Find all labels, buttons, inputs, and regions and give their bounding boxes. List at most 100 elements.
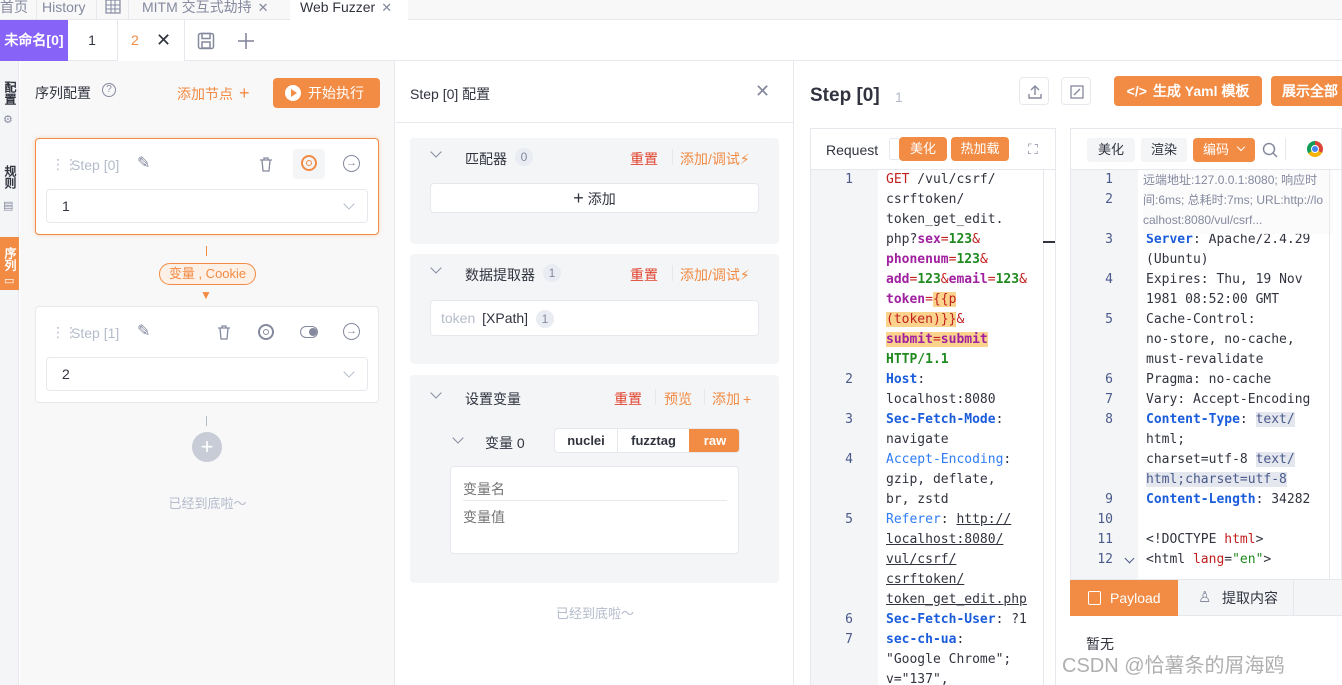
strip-config[interactable]: 配置 [0,75,19,111]
hotload-button[interactable]: 热加载 [951,137,1009,161]
mode-fuzztag[interactable]: fuzztag [618,429,689,452]
request-code[interactable]: 1 GET /vul/csrf/csrftoken/token_get_edit.… [811,170,1055,685]
code-line: phonenum=123& [811,250,1055,270]
fullscreen-icon[interactable]: ⛶ [1028,141,1038,158]
arrow-right-icon[interactable]: → [343,323,360,340]
top-tab-mitm[interactable]: MITM 交互式劫持 ✕ [128,0,288,20]
code-line: vul/csrf/ [811,550,1055,570]
config-title: Step [0] 配置 [410,86,491,102]
close-icon[interactable]: ✕ [258,0,269,15]
fold-chevron-icon[interactable] [1124,553,1135,564]
plus-icon[interactable] [237,32,255,50]
request-toolbar: Request 美化 热加载 ⛶ [811,129,1055,170]
variable-name-input[interactable] [463,477,727,501]
request-beautify-button[interactable]: 美化 [899,137,947,161]
chevron-down-icon[interactable] [430,387,442,399]
lightning-icon: ⚡ [739,267,750,283]
close-icon[interactable]: ✕ [381,0,392,15]
extractor-add-debug-button[interactable]: 添加/调试⚡ [680,265,750,285]
generate-yaml-button[interactable]: </> 生成 Yaml 模板 [1114,76,1262,106]
extractor-item[interactable]: token [XPath] 1 [430,300,759,336]
variables-preview-button[interactable]: 预览 [664,389,692,409]
generate-yaml-label: 生成 Yaml 模板 [1152,83,1250,99]
chevron-down-icon[interactable] [430,146,442,158]
top-tab-grid[interactable] [96,0,126,20]
search-icon[interactable] [1262,142,1278,158]
share-icon [1028,85,1042,99]
settings-button[interactable] [293,149,325,179]
toggle-icon[interactable] [300,326,318,338]
mode-nuclei[interactable]: nuclei [555,429,618,452]
trash-icon[interactable] [258,156,274,172]
share-button[interactable] [1019,77,1049,105]
divider [396,122,794,123]
step-card-0[interactable]: ⋮⋮ Step [0] ✎ → 1 [35,138,379,235]
add-node-button[interactable]: 添加节点 + [177,83,250,104]
code-text: csrftoken/ [886,572,965,587]
sliders-icon: ⚙ [3,114,13,126]
scrollbar-thumb[interactable] [1043,241,1055,243]
code-line: 7 Vary: Accept-Encoding [1071,390,1341,410]
tab-1[interactable]: 1 [68,20,116,61]
code-icon: </> [1126,83,1147,99]
close-icon[interactable]: ✕ [156,20,171,61]
top-tab-history-label: History [42,0,86,15]
response-beautify-button[interactable]: 美化 [1087,138,1135,162]
strip-rules[interactable]: 规则 [0,159,19,195]
matcher-reset-button[interactable]: 重置 [630,149,658,169]
matcher-add-debug-button[interactable]: 添加/调试⚡ [680,149,750,169]
close-icon[interactable]: ✕ [755,81,770,102]
matcher-add-button[interactable]: + 添加 [430,183,759,213]
code-text: (token)}}& [886,312,965,327]
add-step-button[interactable]: + [192,432,222,462]
line-number: 4 [1105,272,1113,287]
code-line: v="137", [811,670,1055,685]
chrome-icon[interactable] [1307,141,1323,157]
code-text: token={{p [886,292,957,307]
side-strip: 配置 ⚙ 规则 ▤ 序列 ▭ [0,61,19,685]
payload-tab[interactable]: Payload [1070,580,1178,616]
encode-dropdown[interactable]: 编码 [1193,138,1255,162]
edit-icon[interactable]: ✎ [137,153,150,173]
code-text: csrftoken/ [886,192,965,207]
step-card-1[interactable]: ⋮⋮ Step [1] ✎ → 2 [35,306,379,403]
mode-raw[interactable]: raw [689,429,739,452]
code-text: Accept-Encoding: [886,452,1012,467]
tab-2[interactable]: 2 ✕ [117,20,185,61]
top-tab-home[interactable]: 首页 [0,0,30,20]
show-all-button[interactable]: 展示全部 [1271,76,1342,106]
step-select-value: 2 [62,366,70,382]
top-tab-home-label: 首页 [0,0,28,15]
edit-button[interactable] [1061,77,1091,105]
render-button[interactable]: 渲染 [1141,138,1187,162]
arrow-right-icon[interactable]: → [343,155,360,172]
chevron-down-icon[interactable] [430,262,442,274]
chevron-down-icon[interactable] [452,432,464,444]
code-line: 2 Host: [811,370,1055,390]
gear-icon[interactable] [258,324,274,340]
line-number: 6 [845,612,853,627]
top-tab-webfuzzer[interactable]: Web Fuzzer ✕ [290,0,408,20]
variables-add-button[interactable]: 添加 + [712,389,751,409]
help-icon[interactable]: ? [102,83,116,97]
step-select-1[interactable]: 2 [46,357,368,391]
top-tab-history[interactable]: History [36,0,94,20]
run-button[interactable]: 开始执行 [273,78,380,108]
request-editor: Request 美化 热加载 ⛶ 1 GET /vul/csrf/csrftoke… [810,128,1056,685]
extract-tab[interactable]: ♙ 提取内容 [1178,580,1294,616]
step-select-0[interactable]: 1 [46,189,368,223]
code-line: html; [1071,430,1341,450]
group-tab[interactable]: 未命名[0] [0,20,68,61]
extractor-reset-button[interactable]: 重置 [630,265,658,285]
save-icon[interactable] [197,32,215,50]
request-label: Request [826,142,879,158]
strip-sequence[interactable]: 序列 ▭ [0,237,19,290]
trash-icon[interactable] [216,324,232,340]
edit-icon[interactable]: ✎ [137,321,150,341]
code-line: 10 [1071,510,1341,530]
plus-icon: + [200,434,214,459]
code-text: submit=submit [886,332,988,347]
variables-reset-button[interactable]: 重置 [614,389,642,409]
variable-value-input[interactable] [463,507,727,547]
top-tab-webfuzzer-label: Web Fuzzer [300,0,376,15]
